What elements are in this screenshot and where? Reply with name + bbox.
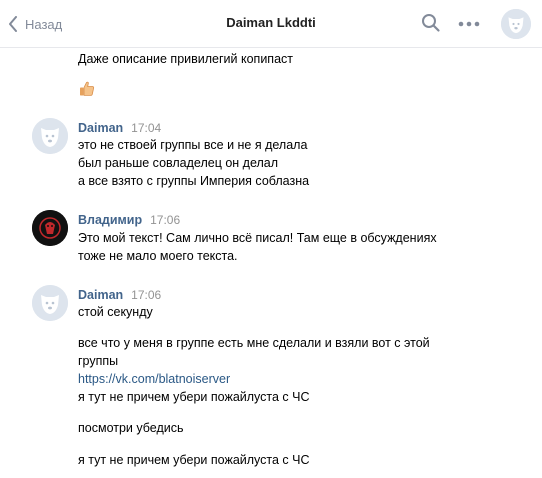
message-meta: Владимир 17:06 — [78, 213, 180, 229]
dog-avatar-icon — [32, 285, 68, 321]
sender-avatar[interactable] — [32, 210, 68, 246]
sender-avatar[interactable] — [32, 285, 68, 321]
dark-emblem-avatar-icon — [32, 210, 68, 246]
timestamp[interactable]: 17:06 — [150, 213, 180, 227]
back-label: Назад — [25, 16, 63, 32]
search-icon[interactable] — [421, 12, 441, 39]
dog-avatar-icon — [501, 9, 531, 39]
message-text: я тут не причем убери пожайлуста с ЧС — [78, 390, 310, 404]
message-text: это не ствоей группы все и не я делала — [78, 138, 308, 152]
chevron-left-icon — [9, 16, 17, 32]
chat-header: Назад Daiman Lkddti — [0, 0, 542, 48]
message-text: все что у меня в группе есть мне сделали… — [78, 336, 430, 350]
message-meta: Daiman 17:04 — [78, 121, 161, 137]
message-text: группы — [78, 354, 119, 368]
message-text: был раньше совладелец он делал — [78, 156, 279, 170]
message-link[interactable]: https://vk.com/blatnoiserver — [78, 370, 230, 388]
message-text: стой секунду — [78, 305, 153, 319]
message-text: посмотри убедись — [78, 421, 184, 435]
message-text: Это мой текст! Сам лично всё писал! Там … — [78, 231, 437, 245]
more-icon[interactable] — [457, 14, 481, 39]
dog-avatar-icon — [32, 118, 68, 154]
timestamp[interactable]: 17:06 — [131, 288, 161, 302]
message-text: а все взято с группы Империя соблазна — [78, 174, 310, 188]
message-meta: Daiman 17:06 — [78, 288, 161, 304]
header-avatar[interactable] — [501, 9, 531, 39]
sender-name[interactable]: Daiman — [78, 288, 123, 302]
sender-name[interactable]: Daiman — [78, 121, 123, 135]
thumbs-up-emoji-icon — [78, 80, 96, 98]
sender-name[interactable]: Владимир — [78, 213, 142, 227]
message-text: Даже описание привилегий копипаст — [78, 52, 293, 66]
message-text: я тут не причем убери пожайлуста с ЧС — [78, 453, 310, 467]
sender-avatar[interactable] — [32, 118, 68, 154]
message-text: тоже не мало моего текста. — [78, 249, 238, 263]
timestamp[interactable]: 17:04 — [131, 121, 161, 135]
back-button[interactable]: Назад — [8, 13, 62, 35]
